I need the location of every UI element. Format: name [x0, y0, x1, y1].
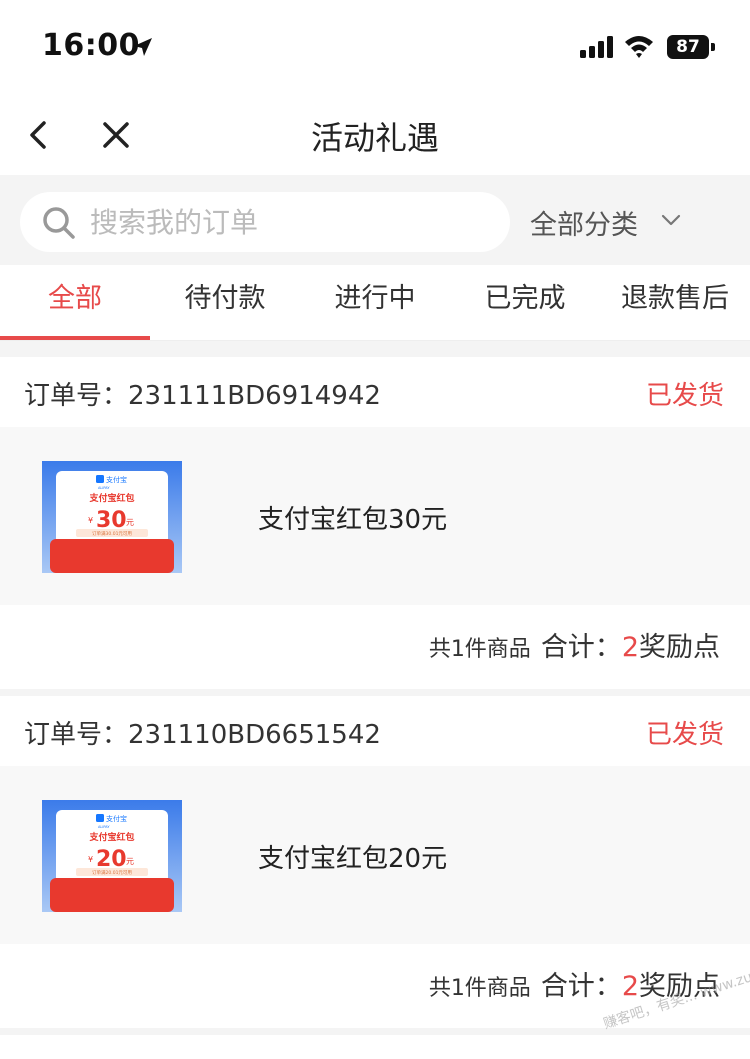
order-number-label: 订单号：: [24, 381, 129, 411]
order-header: 订单号：231110BD6651542 已发货: [0, 696, 750, 766]
thumb-title: 支付宝红包: [88, 492, 134, 504]
thumb-unit: 元: [126, 857, 134, 866]
status-time: 16:00: [42, 28, 140, 63]
product-name: 支付宝红包20元: [258, 844, 448, 874]
item-count: 共1件商品: [428, 976, 531, 1001]
thumb-title: 支付宝红包: [88, 831, 134, 843]
product-thumbnail: 支付宝 ALIPAY 支付宝红包 ¥ 20 元 订单满20.01元可用: [42, 800, 182, 912]
order-number-value: 231110BD6651542: [128, 720, 381, 750]
wifi-icon: [625, 36, 653, 58]
thumb-brand: 支付宝: [106, 814, 127, 823]
battery-tip: [711, 43, 715, 51]
total-unit: 奖励点: [639, 632, 720, 663]
total-value: 2: [621, 971, 639, 1002]
product-thumbnail: 支付宝 ALIPAY 支付宝红包 ¥ 30 元 订单满30.01元可用: [42, 461, 182, 573]
order-card[interactable]: 订单号：231110BD6651542 已发货 支付宝 ALIPAY 支付宝红包…: [0, 696, 750, 1028]
order-number-value: 231111BD6914942: [128, 381, 381, 411]
product-name: 支付宝红包30元: [258, 505, 448, 535]
order-item[interactable]: 支付宝 ALIPAY 支付宝红包 ¥ 20 元 订单满20.01元可用 支付宝红…: [0, 766, 750, 944]
order-number: 订单号：231111BD6914942: [24, 375, 381, 412]
search-box[interactable]: [20, 192, 510, 252]
battery-level: 87: [676, 37, 700, 57]
active-tab-indicator: [0, 336, 150, 340]
thumb-currency: ¥: [88, 855, 93, 864]
order-total: 共1件商品 合计：2奖励点: [429, 625, 720, 664]
order-status: 已发货: [645, 720, 724, 750]
order-number-label: 订单号：: [24, 720, 129, 750]
thumb-note: 订单满30.01元可用: [92, 530, 132, 537]
chevron-down-icon[interactable]: [660, 213, 682, 227]
item-count: 共1件商品: [428, 637, 531, 662]
location-arrow-icon: [134, 38, 152, 56]
cellular-signal-icon: [580, 36, 613, 58]
tab-pending-payment[interactable]: 待付款: [150, 265, 300, 341]
tab-in-progress[interactable]: 进行中: [300, 265, 450, 341]
order-header: 订单号：231111BD6914942 已发货: [0, 357, 750, 427]
thumb-brand-en: ALIPAY: [98, 825, 110, 829]
thumb-unit: 元: [126, 518, 134, 527]
search-row: 全部分类: [0, 175, 750, 265]
order-status: 已发货: [645, 381, 724, 411]
category-filter[interactable]: 全部分类: [530, 203, 638, 242]
tab-refund-after-sale[interactable]: 退款售后: [600, 265, 750, 341]
order-number: 订单号：231110BD6651542: [24, 714, 381, 751]
order-card[interactable]: 订单号：231111BD6914942 已发货 支付宝 ALIPAY 支付宝红包…: [0, 357, 750, 689]
search-input[interactable]: [90, 192, 490, 252]
total-value: 2: [621, 632, 639, 663]
thumb-brand: 支付宝: [106, 475, 127, 484]
thumb-currency: ¥: [88, 516, 93, 525]
search-icon: [43, 207, 75, 239]
battery-indicator: 87: [667, 35, 715, 59]
order-item[interactable]: 支付宝 ALIPAY 支付宝红包 ¥ 30 元 订单满30.01元可用 支付宝红…: [0, 427, 750, 605]
page-title: 活动礼遇: [310, 119, 439, 157]
status-bar: 16:00 87: [0, 0, 750, 95]
total-label: 合计：: [540, 971, 622, 1002]
order-card-partial[interactable]: [0, 1035, 750, 1059]
order-footer: 共1件商品 合计：2奖励点: [0, 605, 750, 689]
nav-bar: 活动礼遇: [0, 95, 750, 175]
order-tabs: 全部 待付款 进行中 已完成 退款售后: [0, 265, 750, 341]
thumb-note: 订单满20.01元可用: [92, 869, 132, 876]
total-label: 合计：: [540, 632, 622, 663]
tab-all[interactable]: 全部: [0, 265, 150, 341]
tab-completed[interactable]: 已完成: [450, 265, 600, 341]
thumb-brand-en: ALIPAY: [98, 486, 110, 490]
